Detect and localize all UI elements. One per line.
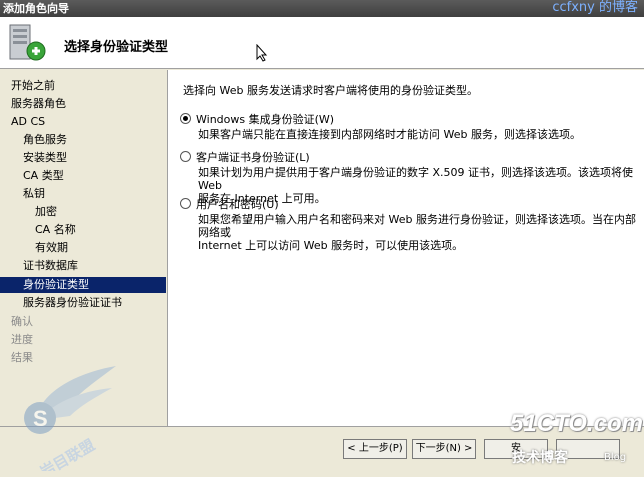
window-title: 添加角色向导	[3, 2, 69, 15]
option-desc-windows-integrated: 如果客户端只能在直接连接到内部网络时才能访问 Web 服务，则选择该选项。	[198, 128, 581, 141]
next-button[interactable]: 下一步(N) >	[412, 439, 476, 459]
back-button[interactable]: < 上一步(P)	[343, 439, 407, 459]
svg-text:S: S	[33, 406, 48, 431]
option-label-windows-integrated[interactable]: Windows 集成身份验证(W)	[196, 111, 334, 127]
wizard-content: 选择向 Web 服务发送请求时客户端将使用的身份验证类型。 Windows 集成…	[167, 70, 644, 426]
step-private-key[interactable]: 私钥	[0, 186, 166, 202]
radio-username-password[interactable]	[180, 198, 191, 209]
radio-client-certificate[interactable]	[180, 151, 191, 162]
step-certificate-database[interactable]: 证书数据库	[0, 258, 166, 274]
step-role-services[interactable]: 角色服务	[0, 132, 166, 148]
step-ca-name[interactable]: CA 名称	[0, 222, 166, 238]
option-desc-username-password: 如果您希望用户输入用户名和密码来对 Web 服务进行身份验证，则选择该选项。当在…	[198, 213, 636, 252]
step-progress: 进度	[11, 333, 33, 346]
alliance-logo-watermark: S 岩目联盟	[24, 366, 116, 471]
blog-cn-watermark: 技术博客	[512, 450, 568, 466]
option-label-client-certificate[interactable]: 客户端证书身份验证(L)	[196, 149, 310, 165]
logo-text: 岩目联盟	[36, 436, 98, 471]
option-label-username-password[interactable]: 用户名和密码(U)	[196, 196, 279, 212]
step-validity-period[interactable]: 有效期	[0, 240, 166, 256]
step-before-you-begin[interactable]: 开始之前	[0, 78, 166, 94]
window-titlebar[interactable]: 添加角色向导	[0, 0, 644, 17]
site-watermark: 51CTO.com	[510, 410, 643, 437]
blog-watermark: ccfxny 的博客	[552, 0, 638, 15]
step-authentication-type[interactable]: 身份验证类型	[0, 277, 166, 293]
wizard-header: 选择身份验证类型	[0, 17, 644, 69]
step-setup-type[interactable]: 安装类型	[0, 150, 166, 166]
step-confirmation: 确认	[11, 315, 33, 328]
server-add-icon	[9, 24, 46, 61]
step-server-roles[interactable]: 服务器角色	[0, 96, 166, 112]
blog-en-watermark: Blog	[604, 452, 627, 463]
step-ad-cs[interactable]: AD CS	[0, 114, 166, 130]
step-server-auth-certificate[interactable]: 服务器身份验证证书	[0, 295, 166, 311]
page-title: 选择身份验证类型	[64, 40, 169, 55]
radio-windows-integrated[interactable]	[180, 113, 191, 124]
step-cryptography[interactable]: 加密	[0, 204, 166, 220]
mouse-cursor-icon	[256, 44, 268, 62]
intro-text: 选择向 Web 服务发送请求时客户端将使用的身份验证类型。	[183, 84, 478, 97]
step-ca-type[interactable]: CA 类型	[0, 168, 166, 184]
